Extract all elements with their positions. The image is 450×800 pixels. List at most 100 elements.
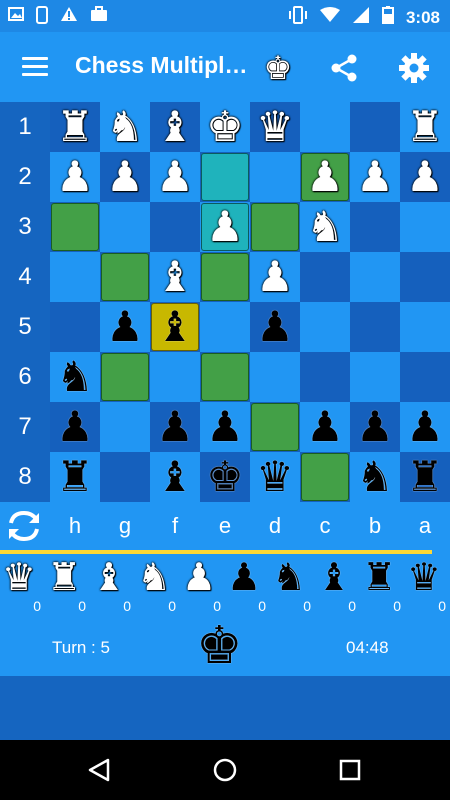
board-square-a7[interactable]: ♟ — [400, 402, 450, 452]
board-square-g2[interactable]: ♟ — [100, 152, 150, 202]
share-icon[interactable] — [324, 48, 364, 88]
board-square-c1[interactable] — [300, 102, 350, 152]
board-square-g5[interactable]: ♟ — [100, 302, 150, 352]
black-pawn-icon[interactable]: ♟ — [356, 406, 394, 448]
board-square-e1[interactable]: ♚ — [200, 102, 250, 152]
board-square-c6[interactable] — [300, 352, 350, 402]
black-pawn-icon[interactable]: ♟ — [206, 406, 244, 448]
board-square-e7[interactable]: ♟ — [200, 402, 250, 452]
board-square-c4[interactable] — [300, 252, 350, 302]
board-square-g7[interactable] — [100, 402, 150, 452]
settings-icon[interactable] — [394, 48, 434, 88]
board-square-b4[interactable] — [350, 252, 400, 302]
board-square-c3[interactable]: ♞ — [300, 202, 350, 252]
white-knight-icon[interactable]: ♞ — [306, 206, 344, 248]
board-square-e3[interactable]: ♟ — [200, 202, 250, 252]
board-square-a8[interactable]: ♜ — [400, 452, 450, 502]
board-square-b3[interactable] — [350, 202, 400, 252]
board-square-a4[interactable] — [400, 252, 450, 302]
white-king-icon[interactable]: ♚ — [206, 106, 244, 148]
board-square-e4[interactable] — [200, 252, 250, 302]
board-square-c5[interactable] — [300, 302, 350, 352]
board-square-d6[interactable] — [250, 352, 300, 402]
board-square-b5[interactable] — [350, 302, 400, 352]
board-square-f5[interactable]: ♝ — [150, 302, 200, 352]
black-pawn-icon[interactable]: ♟ — [406, 406, 444, 448]
board-square-h2[interactable]: ♟ — [50, 152, 100, 202]
board-square-g4[interactable] — [100, 252, 150, 302]
board-square-h6[interactable]: ♞ — [50, 352, 100, 402]
board-square-h1[interactable]: ♜ — [50, 102, 100, 152]
board-square-g6[interactable] — [100, 352, 150, 402]
board-square-g1[interactable]: ♞ — [100, 102, 150, 152]
white-pawn-icon[interactable]: ♟ — [206, 206, 244, 248]
black-pawn-icon[interactable]: ♟ — [156, 406, 194, 448]
board-square-e6[interactable] — [200, 352, 250, 402]
black-knight-icon[interactable]: ♞ — [356, 456, 394, 498]
board-square-h8[interactable]: ♜ — [50, 452, 100, 502]
white-pawn-icon[interactable]: ♟ — [106, 156, 144, 198]
board-square-d3[interactable] — [250, 202, 300, 252]
board-square-d4[interactable]: ♟ — [250, 252, 300, 302]
board-square-b7[interactable]: ♟ — [350, 402, 400, 452]
king-icon[interactable]: ♚ — [258, 48, 298, 88]
recents-icon[interactable] — [332, 752, 368, 788]
board-square-f7[interactable]: ♟ — [150, 402, 200, 452]
board-square-f8[interactable]: ♝ — [150, 452, 200, 502]
board-square-a3[interactable] — [400, 202, 450, 252]
board-square-h4[interactable] — [50, 252, 100, 302]
board-square-f1[interactable]: ♝ — [150, 102, 200, 152]
white-knight-icon[interactable]: ♞ — [106, 106, 144, 148]
home-icon[interactable] — [207, 752, 243, 788]
white-bishop-icon[interactable]: ♝ — [156, 256, 194, 298]
board-square-g3[interactable] — [100, 202, 150, 252]
black-rook-icon[interactable]: ♜ — [56, 456, 94, 498]
board-square-h3[interactable] — [50, 202, 100, 252]
board-square-f4[interactable]: ♝ — [150, 252, 200, 302]
board-square-b6[interactable] — [350, 352, 400, 402]
board-square-e8[interactable]: ♚ — [200, 452, 250, 502]
board-square-f2[interactable]: ♟ — [150, 152, 200, 202]
black-king-icon[interactable]: ♚ — [206, 456, 244, 498]
board-square-e2[interactable] — [200, 152, 250, 202]
black-bishop-icon[interactable]: ♝ — [156, 456, 194, 498]
board-square-h5[interactable] — [50, 302, 100, 352]
back-icon[interactable] — [82, 752, 118, 788]
board-square-a2[interactable]: ♟ — [400, 152, 450, 202]
menu-icon[interactable] — [20, 52, 50, 82]
board-square-d2[interactable] — [250, 152, 300, 202]
board-square-g8[interactable] — [100, 452, 150, 502]
board-square-a1[interactable]: ♜ — [400, 102, 450, 152]
black-pawn-icon[interactable]: ♟ — [56, 406, 94, 448]
board-square-d5[interactable]: ♟ — [250, 302, 300, 352]
white-rook-icon[interactable]: ♜ — [406, 106, 444, 148]
black-pawn-icon[interactable]: ♟ — [256, 306, 294, 348]
black-pawn-icon[interactable]: ♟ — [306, 406, 344, 448]
board-square-a6[interactable] — [400, 352, 450, 402]
white-pawn-icon[interactable]: ♟ — [56, 156, 94, 198]
board-square-d1[interactable]: ♛ — [250, 102, 300, 152]
white-pawn-icon[interactable]: ♟ — [156, 156, 194, 198]
chess-board[interactable]: ♜ ♞ ♝ ♚ ♛ ♜ ♟ ♟ ♟ ♟ ♟ ♟ ♟ ♞ ♝ ♟ ♟ ♝ ♟ ♞ ♟ ♟ ♟ ♟ ♟ ♟ ♜ ♝ ♚ ♛ ♞ ♜ — [50, 102, 450, 502]
black-pawn-icon[interactable]: ♟ — [106, 306, 144, 348]
white-bishop-icon[interactable]: ♝ — [156, 106, 194, 148]
black-bishop-icon[interactable]: ♝ — [156, 306, 194, 348]
black-queen-icon[interactable]: ♛ — [256, 456, 294, 498]
board-square-c8[interactable] — [300, 452, 350, 502]
white-pawn-icon[interactable]: ♟ — [306, 156, 344, 198]
white-pawn-icon[interactable]: ♟ — [406, 156, 444, 198]
board-square-c7[interactable]: ♟ — [300, 402, 350, 452]
rotate-board-icon[interactable] — [4, 506, 44, 546]
black-rook-icon[interactable]: ♜ — [406, 456, 444, 498]
white-pawn-icon[interactable]: ♟ — [356, 156, 394, 198]
board-square-b1[interactable] — [350, 102, 400, 152]
black-knight-icon[interactable]: ♞ — [56, 356, 94, 398]
board-square-f6[interactable] — [150, 352, 200, 402]
board-square-e5[interactable] — [200, 302, 250, 352]
board-square-c2[interactable]: ♟ — [300, 152, 350, 202]
board-square-h7[interactable]: ♟ — [50, 402, 100, 452]
board-square-d7[interactable] — [250, 402, 300, 452]
board-square-a5[interactable] — [400, 302, 450, 352]
white-queen-icon[interactable]: ♛ — [256, 106, 294, 148]
board-square-d8[interactable]: ♛ — [250, 452, 300, 502]
